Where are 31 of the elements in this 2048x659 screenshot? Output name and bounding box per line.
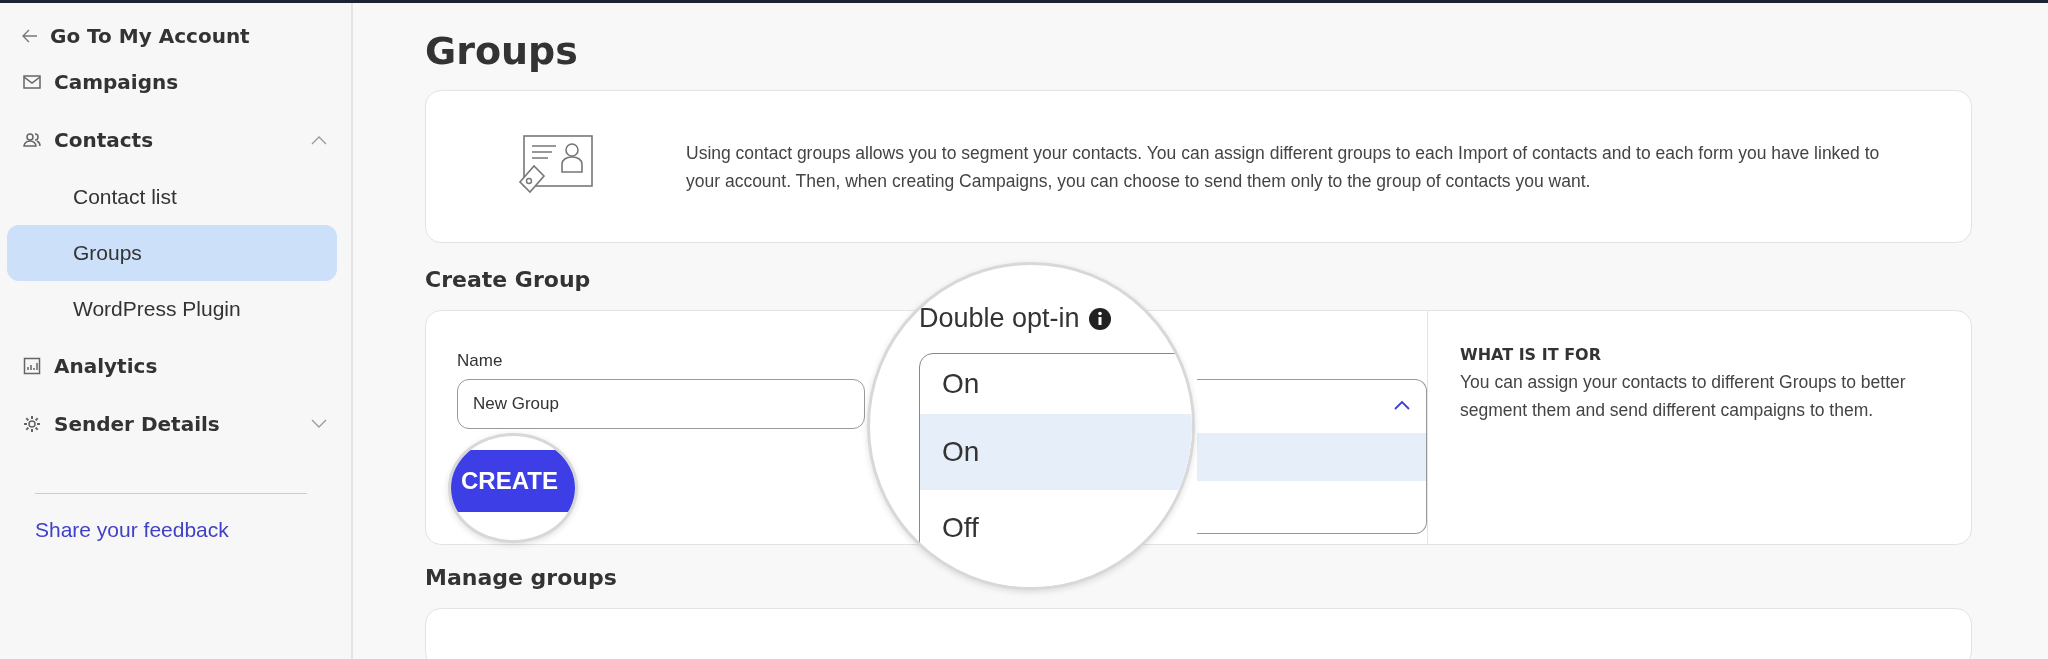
sidebar-item[interactable]: Contact list [7, 169, 337, 225]
envelope-icon [22, 72, 42, 92]
field-label: Double opt-in [919, 303, 1080, 334]
info-icon [1087, 306, 1112, 331]
feedback-link[interactable]: Share your feedback [35, 518, 351, 542]
people-icon [22, 130, 42, 150]
page-title: Groups [425, 29, 579, 73]
create-button[interactable]: CREATE [451, 450, 575, 512]
chevron-up-icon [1394, 400, 1410, 410]
intro-text: Using contact groups allows you to segment your contacts. You can assign different groups to each Import of contacts and to each form you have linked to your account. Then, when creating Campaigns, you can choose to send them only to the group of contacts you want. [686, 141, 1881, 193]
sidebar-section[interactable]: Analytics [22, 337, 327, 395]
chevron-up-icon[interactable] [311, 135, 327, 145]
bar-chart-icon [22, 356, 42, 376]
section-heading: Manage groups [425, 565, 618, 590]
sidebar-item[interactable]: Groups [7, 225, 337, 281]
selected-value: On [941, 367, 981, 401]
sidebar-section[interactable]: Campaigns [22, 53, 327, 111]
back-link[interactable]: Go To My Account [20, 19, 351, 53]
dropdown-option[interactable]: On [920, 414, 1192, 490]
section-heading: Create Group [425, 267, 592, 292]
sidebar-item[interactable]: WordPress Plugin [7, 281, 337, 337]
help-text: You can assign your contacts to different Groups to better segment them and send different campaigns to them. [1460, 371, 1907, 422]
sidebar-section[interactable]: Contacts [22, 111, 327, 169]
dropdown-option[interactable]: Off [920, 490, 1192, 566]
chevron-down-icon[interactable] [311, 419, 327, 429]
sidebar-section[interactable]: Sender Details [22, 395, 327, 453]
field-label: Name [457, 351, 504, 372]
help-title: WHAT IS IT FOR [1460, 345, 1602, 364]
name-input-field[interactable]: New Group [457, 379, 865, 429]
dropdown-field[interactable]: On On Off [919, 353, 1192, 587]
gear-icon [22, 414, 42, 434]
